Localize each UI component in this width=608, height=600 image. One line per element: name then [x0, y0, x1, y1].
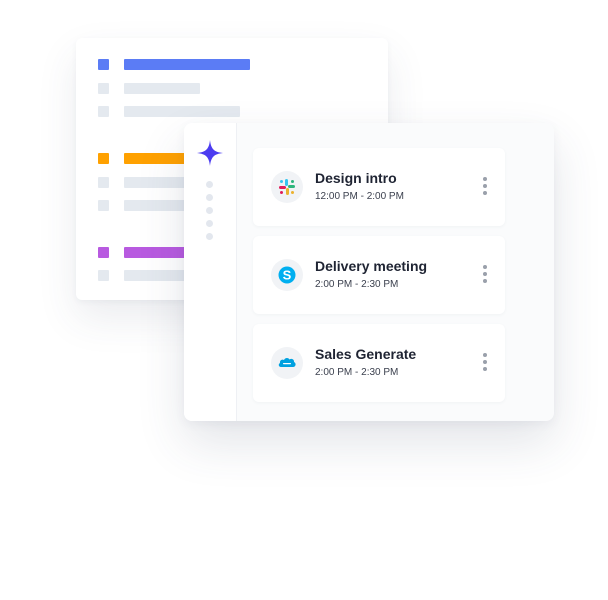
event-card-design-intro[interactable]: Design intro 12:00 PM - 2:00 PM: [253, 148, 505, 226]
slack-icon: [279, 179, 295, 195]
salesforce-icon: [278, 358, 296, 367]
schedule-card: Design intro 12:00 PM - 2:00 PM S Delive…: [184, 123, 554, 421]
list-group-2-marker: [98, 153, 109, 164]
event-time: 2:00 PM - 2:30 PM: [315, 367, 399, 378]
list-item-placeholder: [98, 200, 109, 211]
list-item-placeholder: [98, 177, 109, 188]
list-group-1-bar: [124, 59, 250, 70]
more-options-icon[interactable]: [482, 353, 488, 373]
sparkle-icon: [197, 140, 223, 166]
event-time: 12:00 PM - 2:00 PM: [315, 191, 404, 202]
event-title: Delivery meeting: [315, 258, 428, 274]
event-card-sales-generate[interactable]: Sales Generate 2:00 PM - 2:30 PM: [253, 324, 505, 402]
list-item-placeholder: [98, 83, 109, 94]
event-app-badge: [271, 171, 303, 203]
rail-dot[interactable]: [206, 194, 213, 201]
rail-dot[interactable]: [206, 220, 213, 227]
event-title: Design intro: [315, 170, 397, 186]
event-app-badge: [271, 347, 303, 379]
event-title: Sales Generate: [315, 346, 417, 362]
more-options-icon[interactable]: [482, 265, 488, 285]
rail-dot[interactable]: [206, 207, 213, 214]
list-item-placeholder: [98, 106, 109, 117]
list-item-placeholder-bar: [124, 83, 200, 94]
more-options-icon[interactable]: [482, 177, 488, 197]
list-group-3-marker: [98, 247, 109, 258]
rail-dot[interactable]: [206, 181, 213, 188]
event-app-badge: S: [271, 259, 303, 291]
list-item-placeholder: [98, 270, 109, 281]
event-time: 2:00 PM - 2:30 PM: [315, 279, 399, 290]
svg-text:S: S: [283, 268, 292, 283]
event-card-delivery-meeting[interactable]: S Delivery meeting 2:00 PM - 2:30 PM: [253, 236, 505, 314]
list-group-1-marker: [98, 59, 109, 70]
side-rail: [184, 123, 237, 421]
list-item-placeholder-bar: [124, 106, 240, 117]
rail-dot[interactable]: [206, 233, 213, 240]
skype-icon: S: [278, 266, 296, 284]
